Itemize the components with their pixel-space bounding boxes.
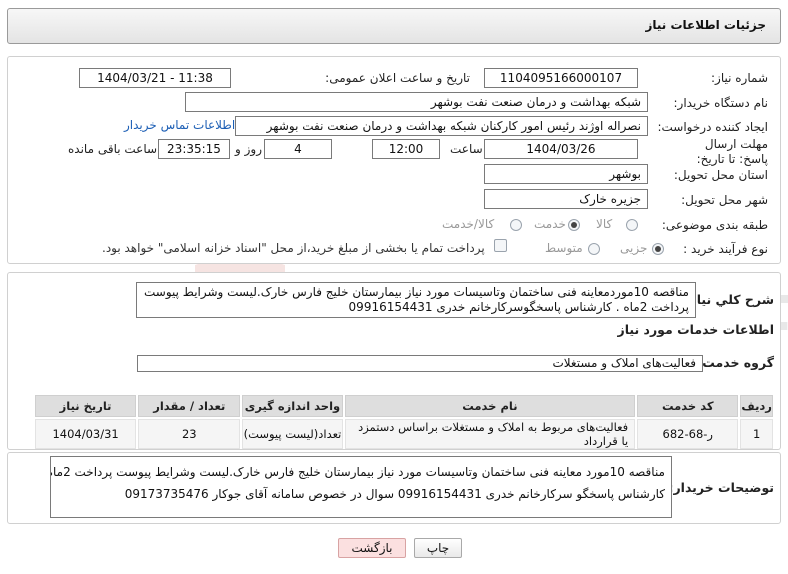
table-row: 1404/03/31 23 تعداد(لیست پیوست) فعالیت‌ه… — [35, 419, 773, 449]
city-label: شهر محل تحویل: — [681, 193, 768, 207]
cell-index: 1 — [740, 419, 773, 449]
buyer-notes-textarea[interactable]: مناقصه 10مورد معاینه فنی ساختمان وتاسیسا… — [50, 456, 672, 518]
category-option-service: خدمت — [534, 217, 566, 231]
cell-unit: تعداد(لیست پیوست) — [242, 419, 343, 449]
treasury-checkbox[interactable] — [494, 239, 507, 252]
need-number-label: شماره نیاز: — [711, 71, 768, 85]
province-field: بوشهر — [484, 164, 648, 184]
cell-code: ر-68-682 — [637, 419, 739, 449]
col-index: ردیف — [740, 395, 773, 417]
province-label: استان محل تحویل: — [673, 168, 768, 182]
buyer-notes-label: توضیحات خریدار: — [668, 480, 774, 495]
description-line-2: پرداخت 2ماه . کارشناس پاسخگوسرکارخانم خد… — [348, 300, 689, 314]
col-date: تاریخ نیاز — [35, 395, 137, 417]
services-section-title: اطلاعات خدمات مورد نیاز — [617, 322, 775, 337]
process-radio-minor[interactable] — [652, 243, 664, 255]
process-option-medium: متوسط — [545, 241, 583, 255]
announce-field: 1404/03/21 - 11:38 — [79, 68, 231, 88]
creator-field: نصراله اوژند رئیس امور کارکنان شبکه بهدا… — [235, 116, 648, 136]
contact-info-link[interactable]: اطلاعات تماس خریدار — [124, 118, 235, 132]
print-button[interactable]: چاپ — [414, 538, 462, 558]
table-header-row: تاریخ نیاز تعداد / مقدار واحد اندازه گیر… — [35, 395, 773, 417]
announce-label: تاریخ و ساعت اعلان عمومی: — [325, 71, 470, 85]
category-label: طبقه بندی موضوعی: — [661, 218, 768, 232]
category-radio-goods-service[interactable] — [510, 219, 522, 231]
buyer-notes-line-1: مناقصه 10مورد معاینه فنی ساختمان وتاسیسا… — [51, 465, 665, 479]
header-bar: جزئیات اطلاعات نیاز — [7, 8, 781, 44]
page-title: جزئیات اطلاعات نیاز — [645, 18, 766, 32]
process-label: نوع فرآیند خرید : — [683, 242, 768, 256]
city-field: جزیره خارک — [484, 189, 648, 209]
process-radio-medium[interactable] — [588, 243, 600, 255]
remaining-label: ساعت باقی مانده — [68, 142, 158, 156]
col-unit: واحد اندازه گیری — [242, 395, 343, 417]
cell-date: 1404/03/31 — [35, 419, 137, 449]
days-label: روز و — [235, 142, 262, 156]
category-option-goods-service: کالا/خدمت — [442, 217, 495, 231]
deadline-date-field: 1404/03/26 — [484, 139, 638, 159]
service-group-field: فعالیت‌های املاک و مستغلات — [137, 355, 703, 372]
col-code: کد خدمت — [637, 395, 739, 417]
creator-label: ایجاد کننده درخواست: — [657, 120, 768, 134]
category-radio-goods[interactable] — [626, 219, 638, 231]
back-button[interactable]: بازگشت — [338, 538, 406, 558]
buyer-notes-line-2: کارشناس پاسخگو سرکارخانم خدری 0991615443… — [124, 487, 665, 501]
cell-name: فعالیت‌های مربوط به املاک و مستغلات براس… — [344, 419, 636, 449]
col-name: نام خدمت — [344, 395, 636, 417]
col-qty: تعداد / مقدار — [138, 395, 241, 417]
deadline-time-label: ساعت — [450, 142, 483, 156]
buyer-label: نام دستگاه خریدار: — [673, 96, 769, 110]
process-option-minor: جزیی — [620, 241, 648, 255]
deadline-time-field: 12:00 — [372, 139, 440, 159]
category-radio-service[interactable] — [568, 219, 580, 231]
service-group-label: گروه خدمت: — [697, 355, 774, 370]
deadline-label: مهلت ارسال پاسخ: تا تاریخ: — [696, 137, 768, 166]
description-textarea[interactable]: مناقصه 10موردمعاینه فنی ساختمان وتاسیسات… — [136, 282, 696, 318]
category-option-goods: کالا — [596, 217, 613, 231]
payment-note: پرداخت تمام یا بخشی از مبلغ خرید،از محل … — [102, 241, 485, 255]
remaining-time-field: 23:35:15 — [158, 139, 230, 159]
description-line-1: مناقصه 10موردمعاینه فنی ساختمان وتاسیسات… — [143, 285, 689, 299]
cell-qty: 23 — [138, 419, 241, 449]
days-field: 4 — [264, 139, 332, 159]
buyer-field: شبکه بهداشت و درمان صنعت نفت بوشهر — [185, 92, 648, 112]
description-label: شرح کلي نياز: — [684, 292, 774, 307]
need-number-field: 1104095166000107 — [484, 68, 638, 88]
services-table: تاریخ نیاز تعداد / مقدار واحد اندازه گیر… — [33, 393, 775, 451]
